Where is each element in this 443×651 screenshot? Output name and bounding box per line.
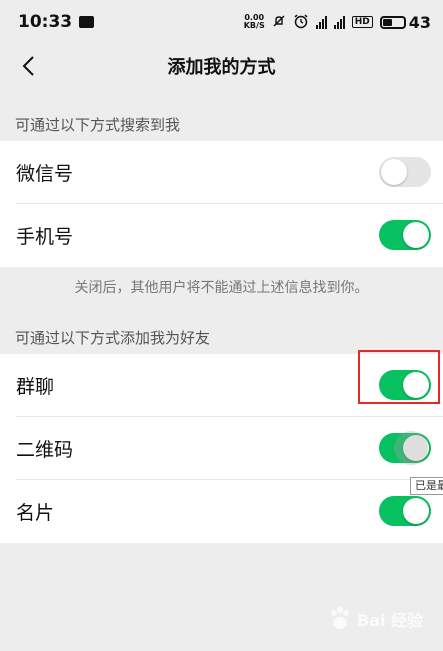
phone-toggle[interactable]	[379, 220, 431, 250]
page-title: 添加我的方式	[167, 57, 276, 78]
settings-row-business-card: 名片	[0, 480, 443, 543]
mute-icon	[272, 14, 286, 31]
row-label: 二维码	[16, 439, 74, 461]
net-speed: 0.00 KB/S	[244, 14, 265, 30]
toggle-knob	[381, 159, 407, 185]
baidu-jingyan-watermark: Bai 经验	[325, 597, 440, 641]
hd-badge: HD	[351, 16, 373, 28]
status-time: 10:33	[18, 12, 73, 32]
section-header-add: 可通过以下方式添加我为好友	[15, 329, 211, 347]
status-icons: 0.00 KB/S HD 43	[244, 13, 431, 32]
wechat-id-toggle[interactable]	[379, 157, 431, 187]
battery-icon	[379, 15, 406, 29]
row-label: 手机号	[16, 226, 74, 248]
status-bar: 10:33 0.00 KB/S HD 43	[0, 0, 443, 44]
touch-ripple	[394, 431, 428, 465]
row-label: 微信号	[16, 163, 74, 185]
watermark-text: Bai 经验	[357, 611, 424, 630]
chevron-left-icon[interactable]	[14, 52, 42, 80]
nav-bar: 添加我的方式	[0, 44, 443, 88]
row-label: 名片	[16, 502, 55, 524]
toggle-knob	[403, 222, 429, 248]
row-label: 群聊	[16, 376, 55, 398]
alarm-icon	[293, 13, 309, 32]
net-speed-unit: KB/S	[243, 21, 265, 30]
battery: 43	[379, 12, 431, 32]
section-header-search: 可通过以下方式搜索到我	[15, 116, 181, 134]
toggle-knob	[403, 498, 429, 524]
business-card-toggle[interactable]	[379, 496, 431, 526]
highlight-box	[358, 350, 440, 404]
settings-row-wechat-id: 微信号	[0, 141, 443, 204]
signal-icon	[333, 15, 345, 29]
signal-icon	[315, 15, 327, 29]
tooltip: 已是最	[410, 477, 443, 495]
battery-level: 43	[408, 12, 431, 32]
paw-icon	[331, 607, 349, 629]
footnote: 关闭后，其他用户将不能通过上述信息找到你。	[74, 280, 369, 296]
settings-row-phone: 手机号	[0, 204, 443, 267]
message-icon	[79, 16, 95, 28]
settings-row-qr-code: 二维码	[0, 417, 443, 480]
